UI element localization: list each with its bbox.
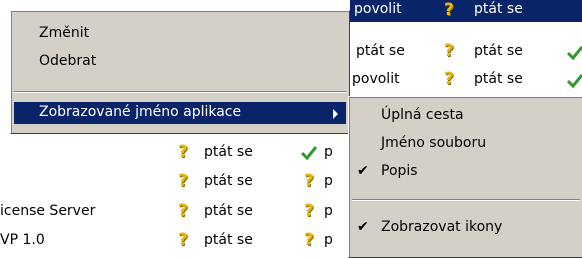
question-icon: ? <box>444 0 454 20</box>
check-icon <box>300 146 318 161</box>
submenu-item-label: Zobrazovat ikony <box>381 219 503 235</box>
question-icon: ? <box>444 69 454 89</box>
submenu: Úplná cesta Jméno souboru ✔ Popis ✔ Zobr… <box>348 96 582 258</box>
submenu-item-full-path[interactable]: Úplná cesta <box>349 105 582 127</box>
menu-item-label: Odebrat <box>39 53 97 69</box>
menu-item-display-name[interactable]: Zobrazované jméno aplikace <box>14 102 346 124</box>
menu-separator <box>14 91 346 93</box>
row3-col3: povolit <box>352 71 400 87</box>
menu-item-remove[interactable]: Odebrat <box>11 51 349 73</box>
row1-status2: ptát se <box>474 1 523 17</box>
question-icon: ? <box>444 41 454 61</box>
question-icon: ? <box>178 201 188 221</box>
question-icon: ? <box>304 230 314 250</box>
checkmark-icon: ✔ <box>357 163 369 179</box>
submenu-separator <box>352 199 580 201</box>
checkmark-icon: ✔ <box>357 219 369 235</box>
question-icon: ? <box>178 230 188 250</box>
row4-status: ptát se <box>204 144 253 160</box>
row7-name: VP 1.0 <box>0 232 45 248</box>
row5-status: ptát se <box>204 173 253 189</box>
submenu-arrow-icon <box>333 109 338 119</box>
submenu-item-description[interactable]: ✔ Popis <box>349 161 582 183</box>
context-menu: Změnit Odebrat Zobrazované jméno aplikac… <box>10 10 350 134</box>
menu-item-label: Zobrazované jméno aplikace <box>39 104 242 120</box>
submenu-item-show-icons[interactable]: ✔ Zobrazovat ikony <box>349 217 582 239</box>
row1-col3: povolit <box>354 1 402 17</box>
submenu-item-file-name[interactable]: Jméno souboru <box>349 133 582 155</box>
question-icon: ? <box>178 171 188 191</box>
question-icon: ? <box>178 142 188 162</box>
row3-status2: ptát se <box>474 71 523 87</box>
row7-col3: p <box>324 232 333 248</box>
question-icon: ? <box>304 201 314 221</box>
submenu-item-label: Úplná cesta <box>381 107 464 123</box>
check-icon <box>566 46 582 61</box>
menu-item-label: Změnit <box>39 25 90 41</box>
row2-col3: ptát se <box>356 43 405 59</box>
row5-col3: p <box>324 173 333 189</box>
submenu-item-label: Popis <box>381 163 418 179</box>
question-icon: ? <box>304 171 314 191</box>
check-icon <box>566 74 582 89</box>
row6-status: ptát se <box>204 203 253 219</box>
menu-item-change[interactable]: Změnit <box>11 23 349 45</box>
row6-col3: p <box>324 203 333 219</box>
row7-status: ptát se <box>204 232 253 248</box>
row6-name: icense Server <box>0 203 96 219</box>
submenu-item-label: Jméno souboru <box>381 135 487 151</box>
row4-col3: p <box>324 144 333 160</box>
row2-status2: ptát se <box>474 43 523 59</box>
